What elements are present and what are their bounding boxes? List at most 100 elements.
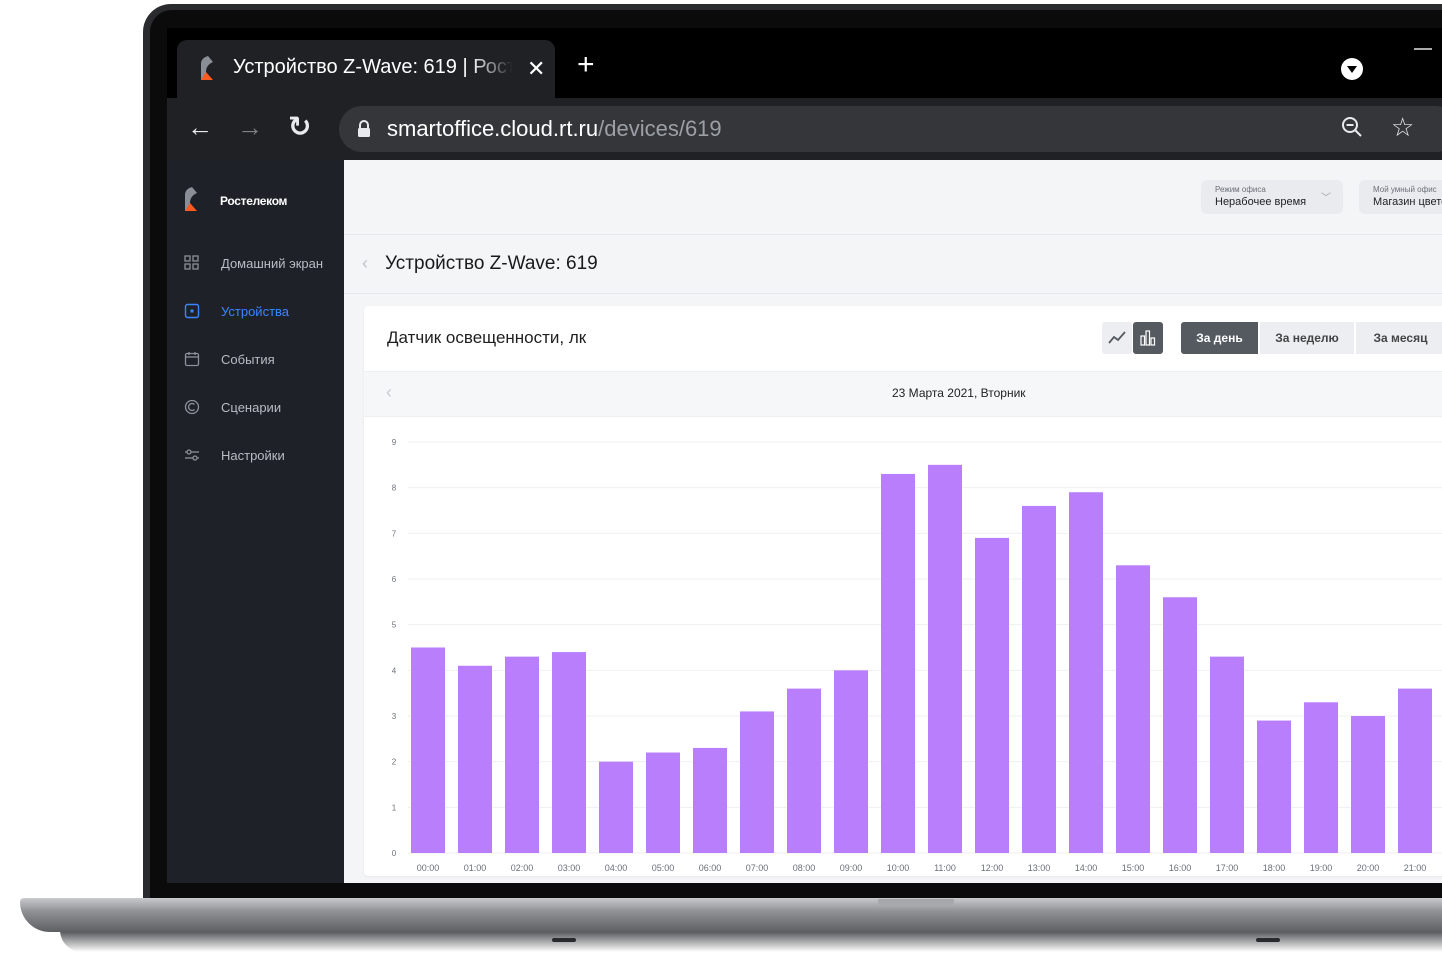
chart-bar[interactable]	[1210, 656, 1244, 853]
previous-date-icon[interactable]: ‹	[386, 382, 392, 403]
card-title: Датчик освещенности, лк	[387, 328, 587, 347]
x-tick-label: 01:00	[464, 863, 487, 873]
chart-bar[interactable]	[740, 711, 774, 853]
x-tick-label: 14:00	[1075, 863, 1098, 873]
sidebar-item-home[interactable]: Домашний экран	[183, 252, 343, 276]
chart-bar[interactable]	[1022, 505, 1056, 853]
y-tick-label: 3	[392, 712, 397, 721]
chart-bar[interactable]	[1116, 565, 1150, 853]
chart-bar[interactable]	[1069, 492, 1103, 853]
my-office-select[interactable]: Мой умный офис Магазин цветов	[1359, 180, 1442, 214]
bar-chart-icon	[1140, 330, 1156, 346]
x-tick-label: 04:00	[605, 863, 628, 873]
chart-bar[interactable]	[505, 656, 539, 853]
sidebar-item-scenarios[interactable]: Сценарии	[183, 396, 343, 420]
zoom-icon[interactable]	[1340, 115, 1364, 139]
chart-bar[interactable]	[552, 652, 586, 853]
reload-button[interactable]: ↻	[288, 112, 311, 142]
y-tick-label: 9	[392, 438, 397, 447]
new-tab-button[interactable]: +	[577, 50, 595, 80]
laptop-notch	[878, 899, 954, 907]
rostelecom-logo-icon	[185, 187, 197, 211]
close-icon[interactable]: ✕	[527, 56, 545, 82]
x-tick-label: 16:00	[1169, 863, 1192, 873]
chart-bar[interactable]	[928, 464, 962, 853]
period-month-button[interactable]: За месяц	[1356, 322, 1442, 354]
bar-chart-toggle[interactable]	[1133, 322, 1163, 354]
page-title: Устройство Z-Wave: 619	[385, 253, 598, 274]
forward-button[interactable]: →	[237, 112, 263, 142]
y-tick-label: 6	[392, 575, 397, 584]
brand-name: Ростелеком	[220, 194, 288, 208]
chart-bar[interactable]	[1398, 688, 1432, 853]
scenario-icon	[184, 399, 200, 415]
x-tick-label: 07:00	[746, 863, 769, 873]
office-mode-caption: Режим офиса	[1215, 185, 1266, 194]
y-tick-label: 8	[392, 484, 397, 493]
x-tick-label: 09:00	[840, 863, 863, 873]
tab-title: Устройство Z-Wave: 619 | Ростелеком	[233, 56, 513, 78]
sidebar-item-label: Сценарии	[221, 400, 282, 415]
chart-bar[interactable]	[1257, 720, 1291, 853]
chart-bar[interactable]	[1163, 597, 1197, 853]
chart-bar[interactable]	[646, 752, 680, 853]
browser-tab[interactable]: Устройство Z-Wave: 619 | Ростелеком ✕	[177, 40, 555, 98]
x-tick-label: 10:00	[887, 863, 910, 873]
device-icon	[184, 303, 200, 319]
y-tick-label: 2	[392, 758, 397, 767]
sidebar-item-devices[interactable]: Устройства	[183, 300, 343, 324]
x-tick-label: 03:00	[558, 863, 581, 873]
chart-bar[interactable]	[411, 647, 445, 854]
minimize-icon[interactable]	[1414, 48, 1432, 50]
x-tick-label: 13:00	[1028, 863, 1051, 873]
y-tick-label: 0	[392, 849, 397, 858]
chart-bar[interactable]	[693, 747, 727, 853]
sidebar-item-events[interactable]: События	[183, 348, 343, 372]
line-chart-toggle[interactable]	[1102, 322, 1132, 354]
my-office-value: Магазин цветов	[1373, 196, 1442, 208]
chart-bar[interactable]	[787, 688, 821, 853]
page-header: ‹ Устройство Z-Wave: 619	[344, 235, 1442, 294]
x-tick-label: 08:00	[793, 863, 816, 873]
calendar-icon	[184, 352, 200, 367]
app-topbar: Режим офиса Нерабочее время ﹀ Мой умный …	[344, 160, 1442, 235]
chart-bar[interactable]	[975, 537, 1009, 853]
back-button[interactable]: ←	[187, 112, 213, 142]
sidebar-item-label: Настройки	[221, 448, 285, 463]
y-tick-label: 7	[392, 529, 397, 538]
x-tick-label: 02:00	[511, 863, 534, 873]
chart-bar[interactable]	[834, 670, 868, 853]
office-mode-value: Нерабочее время	[1215, 196, 1307, 208]
url-host: smartoffice.cloud.rt.ru	[387, 116, 599, 141]
date-navigator: ‹ 23 Марта 2021, Вторник	[364, 371, 1442, 417]
sidebar-item-settings[interactable]: Настройки	[183, 444, 343, 468]
back-chevron-icon[interactable]: ‹	[362, 253, 368, 274]
office-mode-select[interactable]: Режим офиса Нерабочее время ﹀	[1201, 180, 1343, 214]
my-office-caption: Мой умный офис	[1373, 185, 1437, 194]
url-text: smartoffice.cloud.rt.ru/devices/619	[387, 116, 722, 142]
bookmark-star-icon[interactable]: ☆	[1391, 112, 1414, 143]
lock-icon	[358, 120, 370, 137]
x-tick-label: 17:00	[1216, 863, 1239, 873]
sensor-card: Датчик освещенности, лк За день За недел…	[364, 306, 1442, 876]
rostelecom-logo-icon	[201, 56, 213, 80]
y-tick-label: 4	[392, 666, 397, 675]
sliders-icon	[185, 449, 199, 461]
address-bar[interactable]: smartoffice.cloud.rt.ru/devices/619	[339, 106, 1442, 152]
profile-menu-icon[interactable]	[1341, 58, 1363, 80]
y-tick-label: 1	[392, 803, 397, 812]
chart-bar[interactable]	[1304, 702, 1338, 853]
tab-bar: Устройство Z-Wave: 619 | Ростелеком ✕ +	[167, 28, 1442, 98]
chart-bar[interactable]	[881, 473, 915, 853]
period-week-button[interactable]: За неделю	[1260, 322, 1354, 354]
chart-bar[interactable]	[1351, 716, 1385, 853]
x-tick-label: 21:00	[1404, 863, 1427, 873]
chart-bar[interactable]	[458, 665, 492, 853]
x-tick-label: 15:00	[1122, 863, 1145, 873]
period-day-button[interactable]: За день	[1181, 322, 1258, 354]
url-path: /devices/619	[598, 116, 722, 141]
x-tick-label: 19:00	[1310, 863, 1333, 873]
browser-toolbar: ← → ↻ smartoffice.cloud.rt.ru/devices/61…	[167, 98, 1442, 160]
chart-bar[interactable]	[599, 761, 633, 853]
x-tick-label: 00:00	[417, 863, 440, 873]
